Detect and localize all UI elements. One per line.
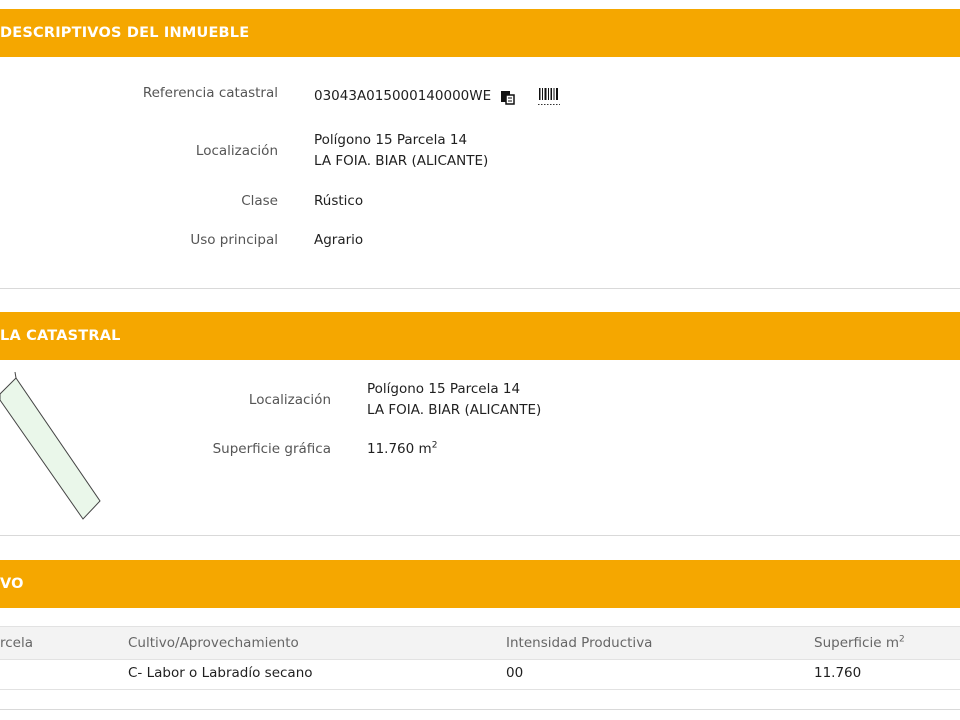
parcel-map-thumbnail[interactable] — [0, 371, 110, 526]
cell-cultivo: C- Labor o Labradío secano — [128, 665, 313, 681]
cell-superficie: 11.760 — [814, 665, 862, 681]
copy-icon[interactable] — [500, 90, 516, 109]
localizacion-line1: Polígono 15 Parcela 14 — [367, 381, 521, 397]
barcode-icon[interactable] — [538, 87, 560, 110]
section-header-descriptivos: DESCRIPTIVOS DEL INMUEBLE — [0, 9, 960, 57]
section-header-cultivo: VO — [0, 560, 960, 608]
panel-divider — [0, 535, 960, 536]
uso-principal-value: Agrario — [314, 232, 364, 248]
col-header-parcela[interactable]: rcela — [0, 627, 33, 659]
clase-value: Rústico — [314, 193, 364, 209]
panel-divider — [0, 709, 960, 710]
referencia-catastral-value[interactable]: 03043A015000140000WE — [314, 86, 491, 107]
superficie-grafica-label: Superficie gráfica — [212, 441, 331, 457]
localizacion-line2: LA FOIA. BIAR (ALICANTE) — [367, 402, 542, 418]
col-header-intensidad[interactable]: Intensidad Productiva — [506, 627, 652, 659]
uso-principal-label: Uso principal — [190, 232, 278, 248]
section-title: LA CATASTRAL — [0, 328, 121, 344]
col-header-superficie[interactable]: Superficie m2 — [814, 627, 905, 659]
superficie-grafica-value: 11.760 m2 — [367, 440, 438, 457]
referencia-catastral-label: Referencia catastral — [142, 85, 278, 101]
row-divider — [0, 689, 960, 690]
localizacion-line1: Polígono 15 Parcela 14 — [314, 132, 468, 148]
localizacion-label: Localización — [248, 392, 331, 408]
section-header-parcela: LA CATASTRAL — [0, 312, 960, 360]
localizacion-line2: LA FOIA. BIAR (ALICANTE) — [314, 153, 489, 169]
cultivo-table-header: rcela Cultivo/Aprovechamiento Intensidad… — [0, 626, 960, 660]
clase-label: Clase — [241, 193, 278, 209]
localizacion-label: Localización — [195, 143, 278, 159]
panel-divider — [0, 288, 960, 289]
section-title: DESCRIPTIVOS DEL INMUEBLE — [0, 25, 250, 41]
section-title: VO — [0, 576, 24, 592]
cell-intensidad: 00 — [506, 665, 524, 681]
col-header-cultivo[interactable]: Cultivo/Aprovechamiento — [128, 627, 299, 659]
